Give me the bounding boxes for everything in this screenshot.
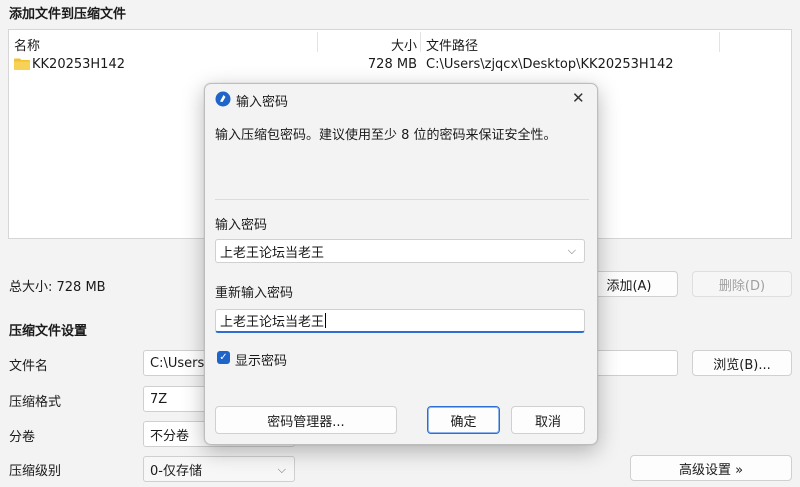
- folder-icon: [14, 58, 30, 70]
- level-select[interactable]: 0-仅存储 ⌵: [143, 456, 295, 482]
- browse-button[interactable]: 浏览(B)...: [692, 350, 792, 376]
- section-add-title: 添加文件到压缩文件: [9, 7, 127, 22]
- filename-label: 文件名: [9, 359, 49, 374]
- password-value: 上老王论坛当老王: [220, 245, 325, 261]
- show-password-label: 显示密码: [235, 354, 288, 369]
- filename-value: C:\Users\: [150, 355, 209, 371]
- reenter-password-input[interactable]: 上老王论坛当老王: [215, 309, 585, 333]
- password-dialog: 输入密码 ✕ 输入压缩包密码。建议使用至少 8 位的密码来保证安全性。 输入密码…: [204, 83, 598, 445]
- chevron-down-icon: ⌵: [277, 463, 286, 476]
- ok-button[interactable]: 确定: [427, 406, 500, 434]
- format-value: 7Z: [150, 391, 168, 407]
- table-row[interactable]: KK20253H142 728 MB C:\Users\zjqcx\Deskto…: [9, 54, 791, 74]
- delete-button[interactable]: 删除(D): [692, 271, 792, 297]
- level-label: 压缩级别: [9, 464, 62, 479]
- row-name: KK20253H142: [32, 57, 125, 72]
- column-header-name[interactable]: 名称: [14, 35, 40, 54]
- split-value: 不分卷: [150, 428, 190, 444]
- password-label: 输入密码: [215, 218, 268, 233]
- advanced-settings-button[interactable]: 高级设置 »: [630, 455, 792, 481]
- total-size: 总大小: 728 MB: [9, 280, 106, 295]
- text-caret: [325, 313, 327, 328]
- app-icon: [215, 91, 231, 107]
- reenter-password-value: 上老王论坛当老王: [220, 315, 325, 330]
- cancel-button[interactable]: 取消: [511, 406, 585, 434]
- dialog-title: 输入密码: [236, 95, 289, 110]
- row-size: 728 MB: [367, 57, 417, 72]
- chevron-down-icon[interactable]: ⌵: [568, 244, 576, 258]
- column-header-size[interactable]: 大小: [389, 35, 417, 54]
- show-password-checkbox[interactable]: ✓: [217, 351, 230, 364]
- password-input[interactable]: 上老王论坛当老王 ⌵: [215, 239, 585, 263]
- column-header-path[interactable]: 文件路径: [426, 35, 478, 54]
- row-path: C:\Users\zjqcx\Desktop\KK20253H142: [426, 57, 674, 72]
- close-icon[interactable]: ✕: [572, 89, 585, 107]
- password-manager-button[interactable]: 密码管理器...: [215, 406, 397, 434]
- level-value: 0-仅存储: [150, 463, 202, 479]
- settings-title: 压缩文件设置: [9, 324, 88, 339]
- split-label: 分卷: [9, 430, 36, 445]
- format-label: 压缩格式: [9, 395, 62, 410]
- reenter-password-label: 重新输入密码: [215, 286, 294, 301]
- dialog-description: 输入压缩包密码。建议使用至少 8 位的密码来保证安全性。: [215, 128, 557, 143]
